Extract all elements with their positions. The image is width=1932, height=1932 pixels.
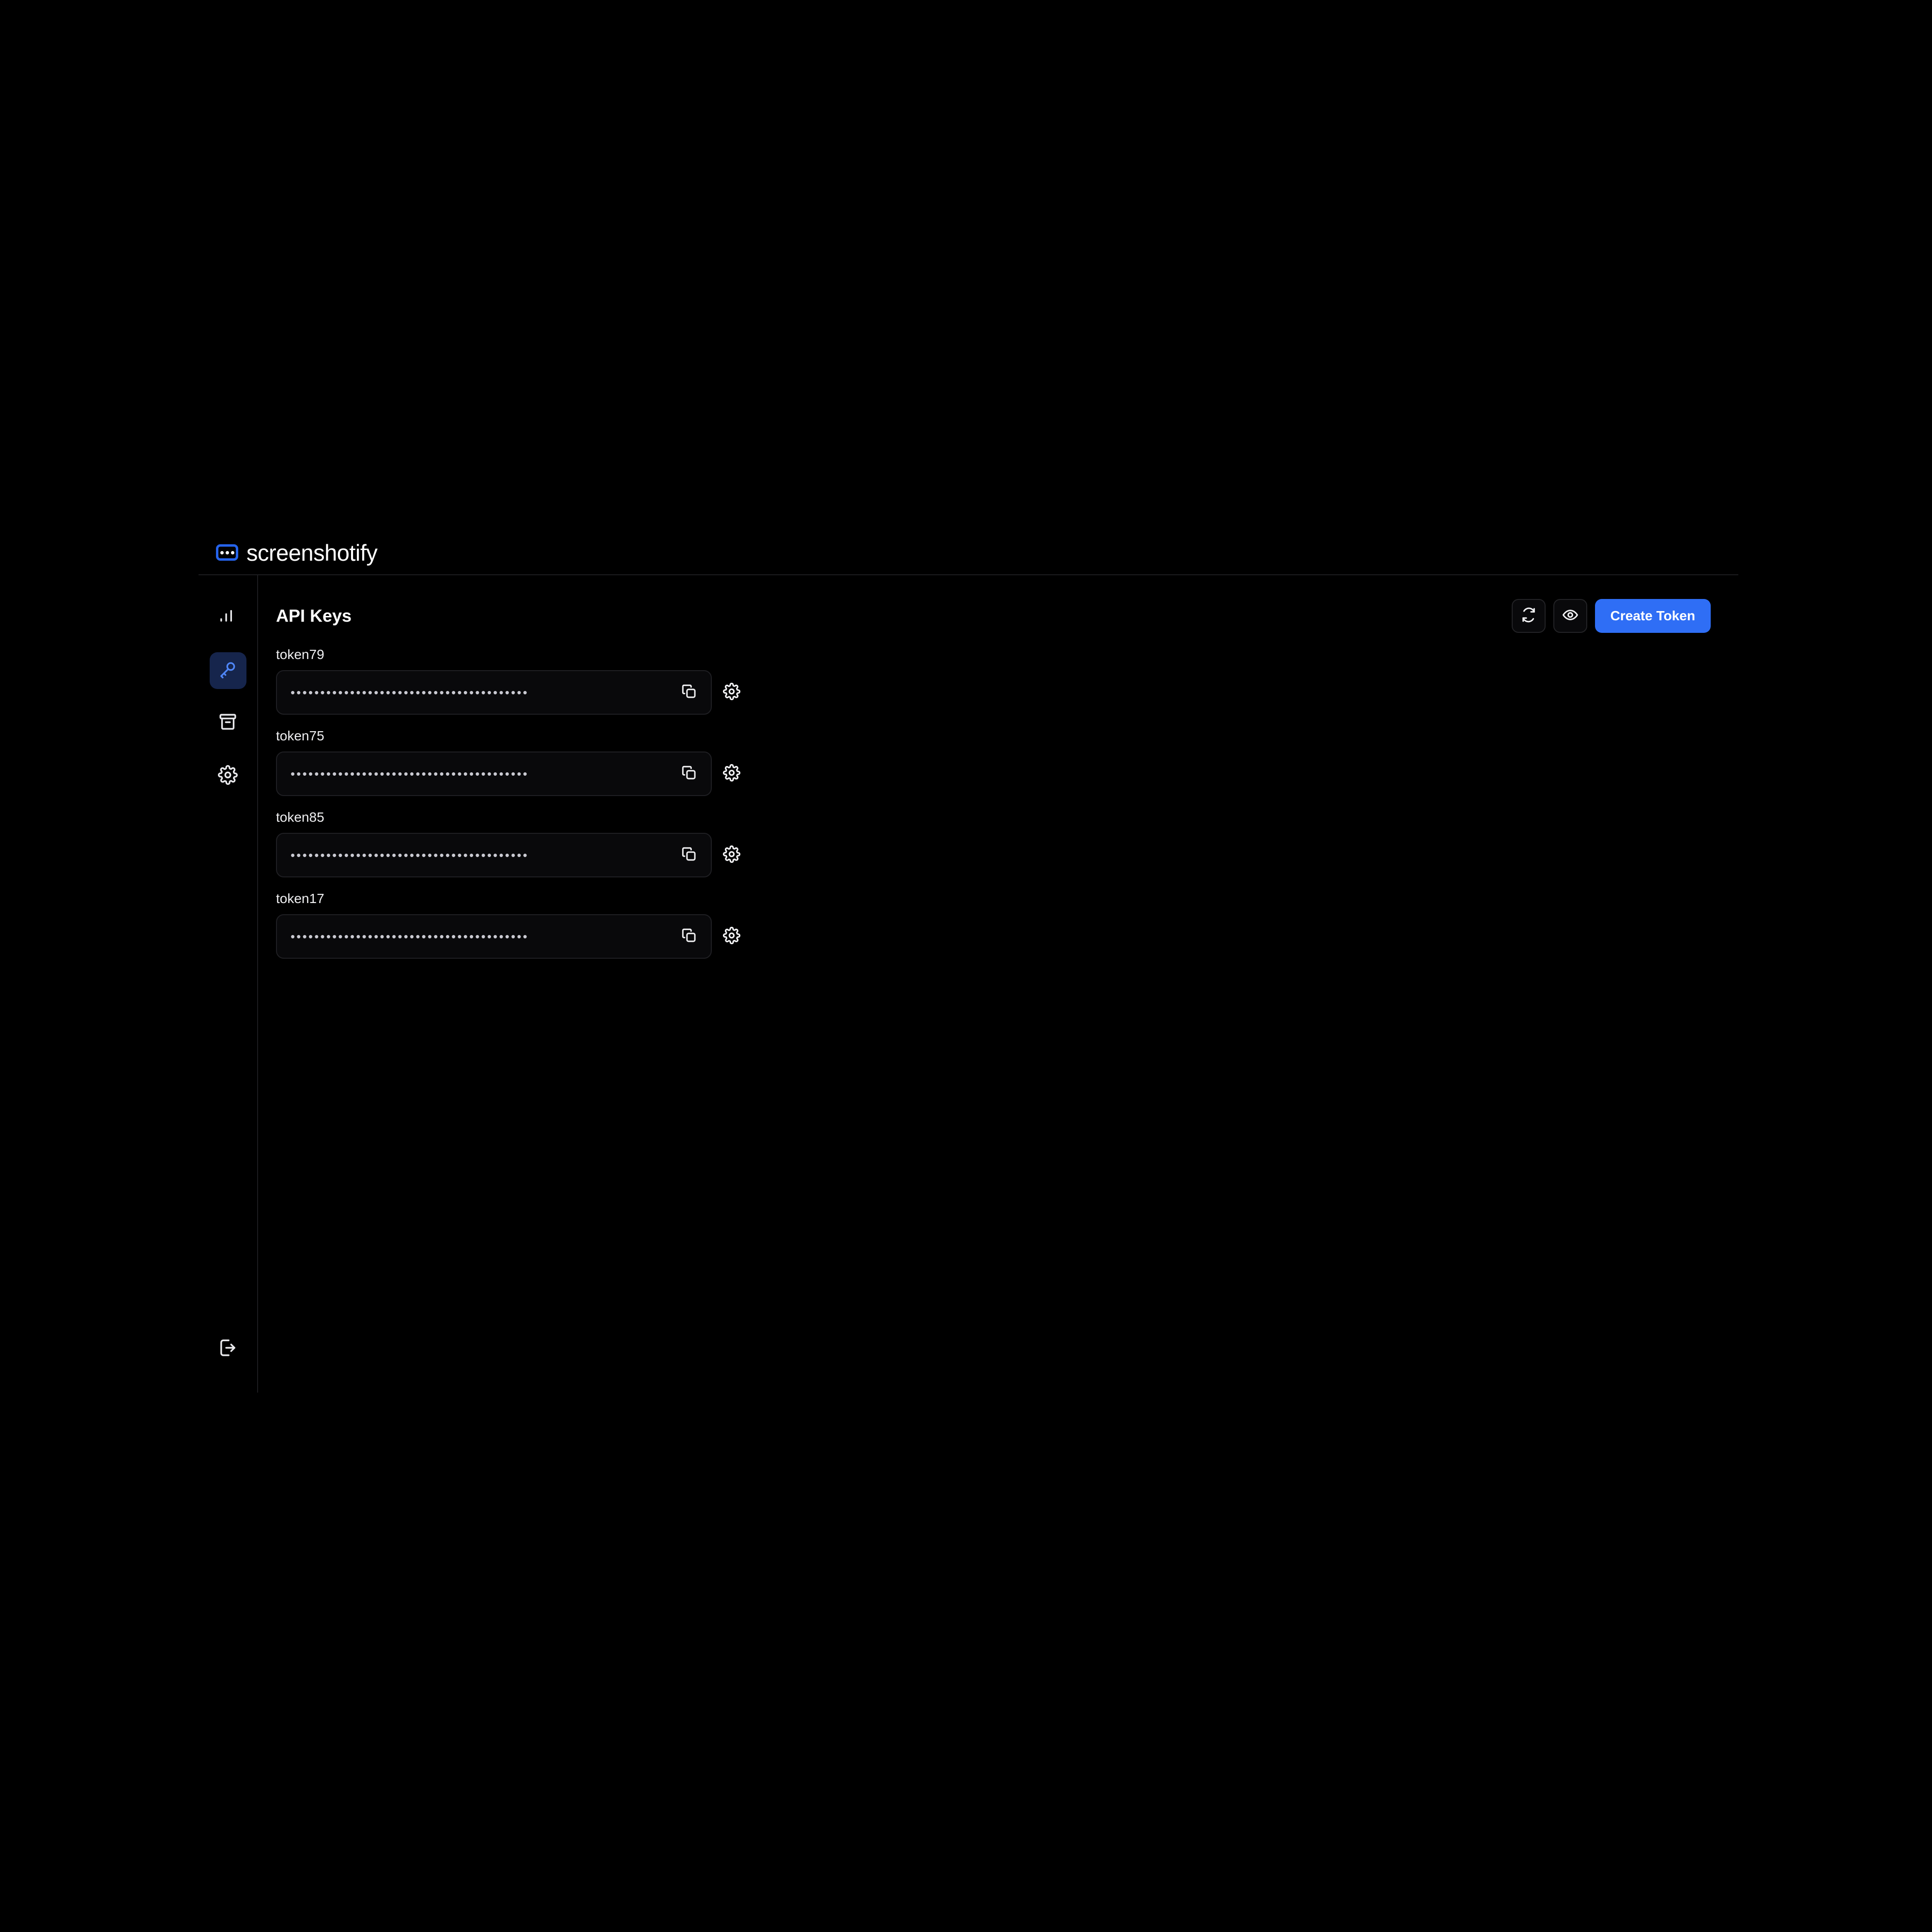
gear-icon xyxy=(723,845,740,865)
token-value: •••••••••••••••••••••••••••••••••••••••• xyxy=(291,849,529,861)
copy-icon xyxy=(681,846,697,865)
token-list: token79 ••••••••••••••••••••••••••••••••… xyxy=(258,633,1738,973)
token-row: token75 ••••••••••••••••••••••••••••••••… xyxy=(276,729,1720,796)
app-window: screenshotify API Keys Create Token toke… xyxy=(199,531,1738,1393)
create-token-button[interactable]: Create Token xyxy=(1595,599,1711,633)
main-content: API Keys Create Token token79 ••••••••••… xyxy=(258,575,1738,1393)
sidebar-item-api-keys[interactable] xyxy=(209,652,246,689)
token-controls: •••••••••••••••••••••••••••••••••••••••• xyxy=(276,914,1720,959)
sidebar-item-settings[interactable] xyxy=(210,758,246,795)
sidebar xyxy=(199,575,258,1393)
token-field[interactable]: •••••••••••••••••••••••••••••••••••••••• xyxy=(276,914,712,959)
token-row: token17 ••••••••••••••••••••••••••••••••… xyxy=(276,892,1720,959)
token-row: token79 ••••••••••••••••••••••••••••••••… xyxy=(276,648,1720,715)
token-field[interactable]: •••••••••••••••••••••••••••••••••••••••• xyxy=(276,751,712,796)
token-value: •••••••••••••••••••••••••••••••••••••••• xyxy=(291,767,529,780)
copy-token-button[interactable] xyxy=(678,763,700,785)
refresh-icon xyxy=(1520,607,1537,626)
reveal-tokens-button[interactable] xyxy=(1553,599,1587,633)
token-controls: •••••••••••••••••••••••••••••••••••••••• xyxy=(276,833,1720,877)
copy-token-button[interactable] xyxy=(678,844,700,866)
token-label: token75 xyxy=(276,728,324,743)
gear-icon xyxy=(723,926,740,947)
sidebar-item-archive[interactable] xyxy=(210,705,246,742)
dots-badge-icon xyxy=(216,544,238,561)
archive-icon xyxy=(218,712,238,735)
token-field[interactable]: •••••••••••••••••••••••••••••••••••••••• xyxy=(276,670,712,715)
copy-token-button[interactable] xyxy=(678,681,700,704)
copy-token-button[interactable] xyxy=(678,925,700,948)
token-settings-button[interactable] xyxy=(721,681,743,704)
refresh-button[interactable] xyxy=(1511,599,1546,633)
gear-icon xyxy=(723,764,740,784)
token-settings-button[interactable] xyxy=(721,844,743,866)
token-settings-button[interactable] xyxy=(721,925,743,948)
token-label: token17 xyxy=(276,891,324,906)
gear-icon xyxy=(723,682,740,703)
page-header: API Keys Create Token xyxy=(258,575,1738,633)
token-row: token85 ••••••••••••••••••••••••••••••••… xyxy=(276,811,1720,877)
sidebar-item-logout[interactable] xyxy=(210,1331,246,1367)
token-settings-button[interactable] xyxy=(721,763,743,785)
sidebar-nav-items xyxy=(209,599,246,811)
key-icon xyxy=(218,659,238,682)
app-shell: API Keys Create Token token79 ••••••••••… xyxy=(199,574,1738,1393)
token-controls: •••••••••••••••••••••••••••••••••••••••• xyxy=(276,751,1720,796)
page-title: API Keys xyxy=(276,606,352,626)
copy-icon xyxy=(681,683,697,702)
brand-name: screenshotify xyxy=(246,539,378,566)
eye-icon xyxy=(1562,607,1579,626)
copy-icon xyxy=(681,927,697,946)
token-value: •••••••••••••••••••••••••••••••••••••••• xyxy=(291,686,529,699)
token-label: token79 xyxy=(276,647,324,662)
token-field[interactable]: •••••••••••••••••••••••••••••••••••••••• xyxy=(276,833,712,877)
bar-chart-icon xyxy=(218,607,238,629)
logout-icon xyxy=(218,1338,238,1360)
header-actions: Create Token xyxy=(1511,599,1711,633)
token-label: token85 xyxy=(276,810,324,825)
token-value: •••••••••••••••••••••••••••••••••••••••• xyxy=(291,930,529,943)
brand-bar: screenshotify xyxy=(199,531,1738,574)
brand-logo[interactable]: screenshotify xyxy=(216,539,378,566)
copy-icon xyxy=(681,765,697,783)
token-controls: •••••••••••••••••••••••••••••••••••••••• xyxy=(276,670,1720,715)
gear-icon xyxy=(218,765,238,787)
sidebar-item-analytics[interactable] xyxy=(210,599,246,636)
